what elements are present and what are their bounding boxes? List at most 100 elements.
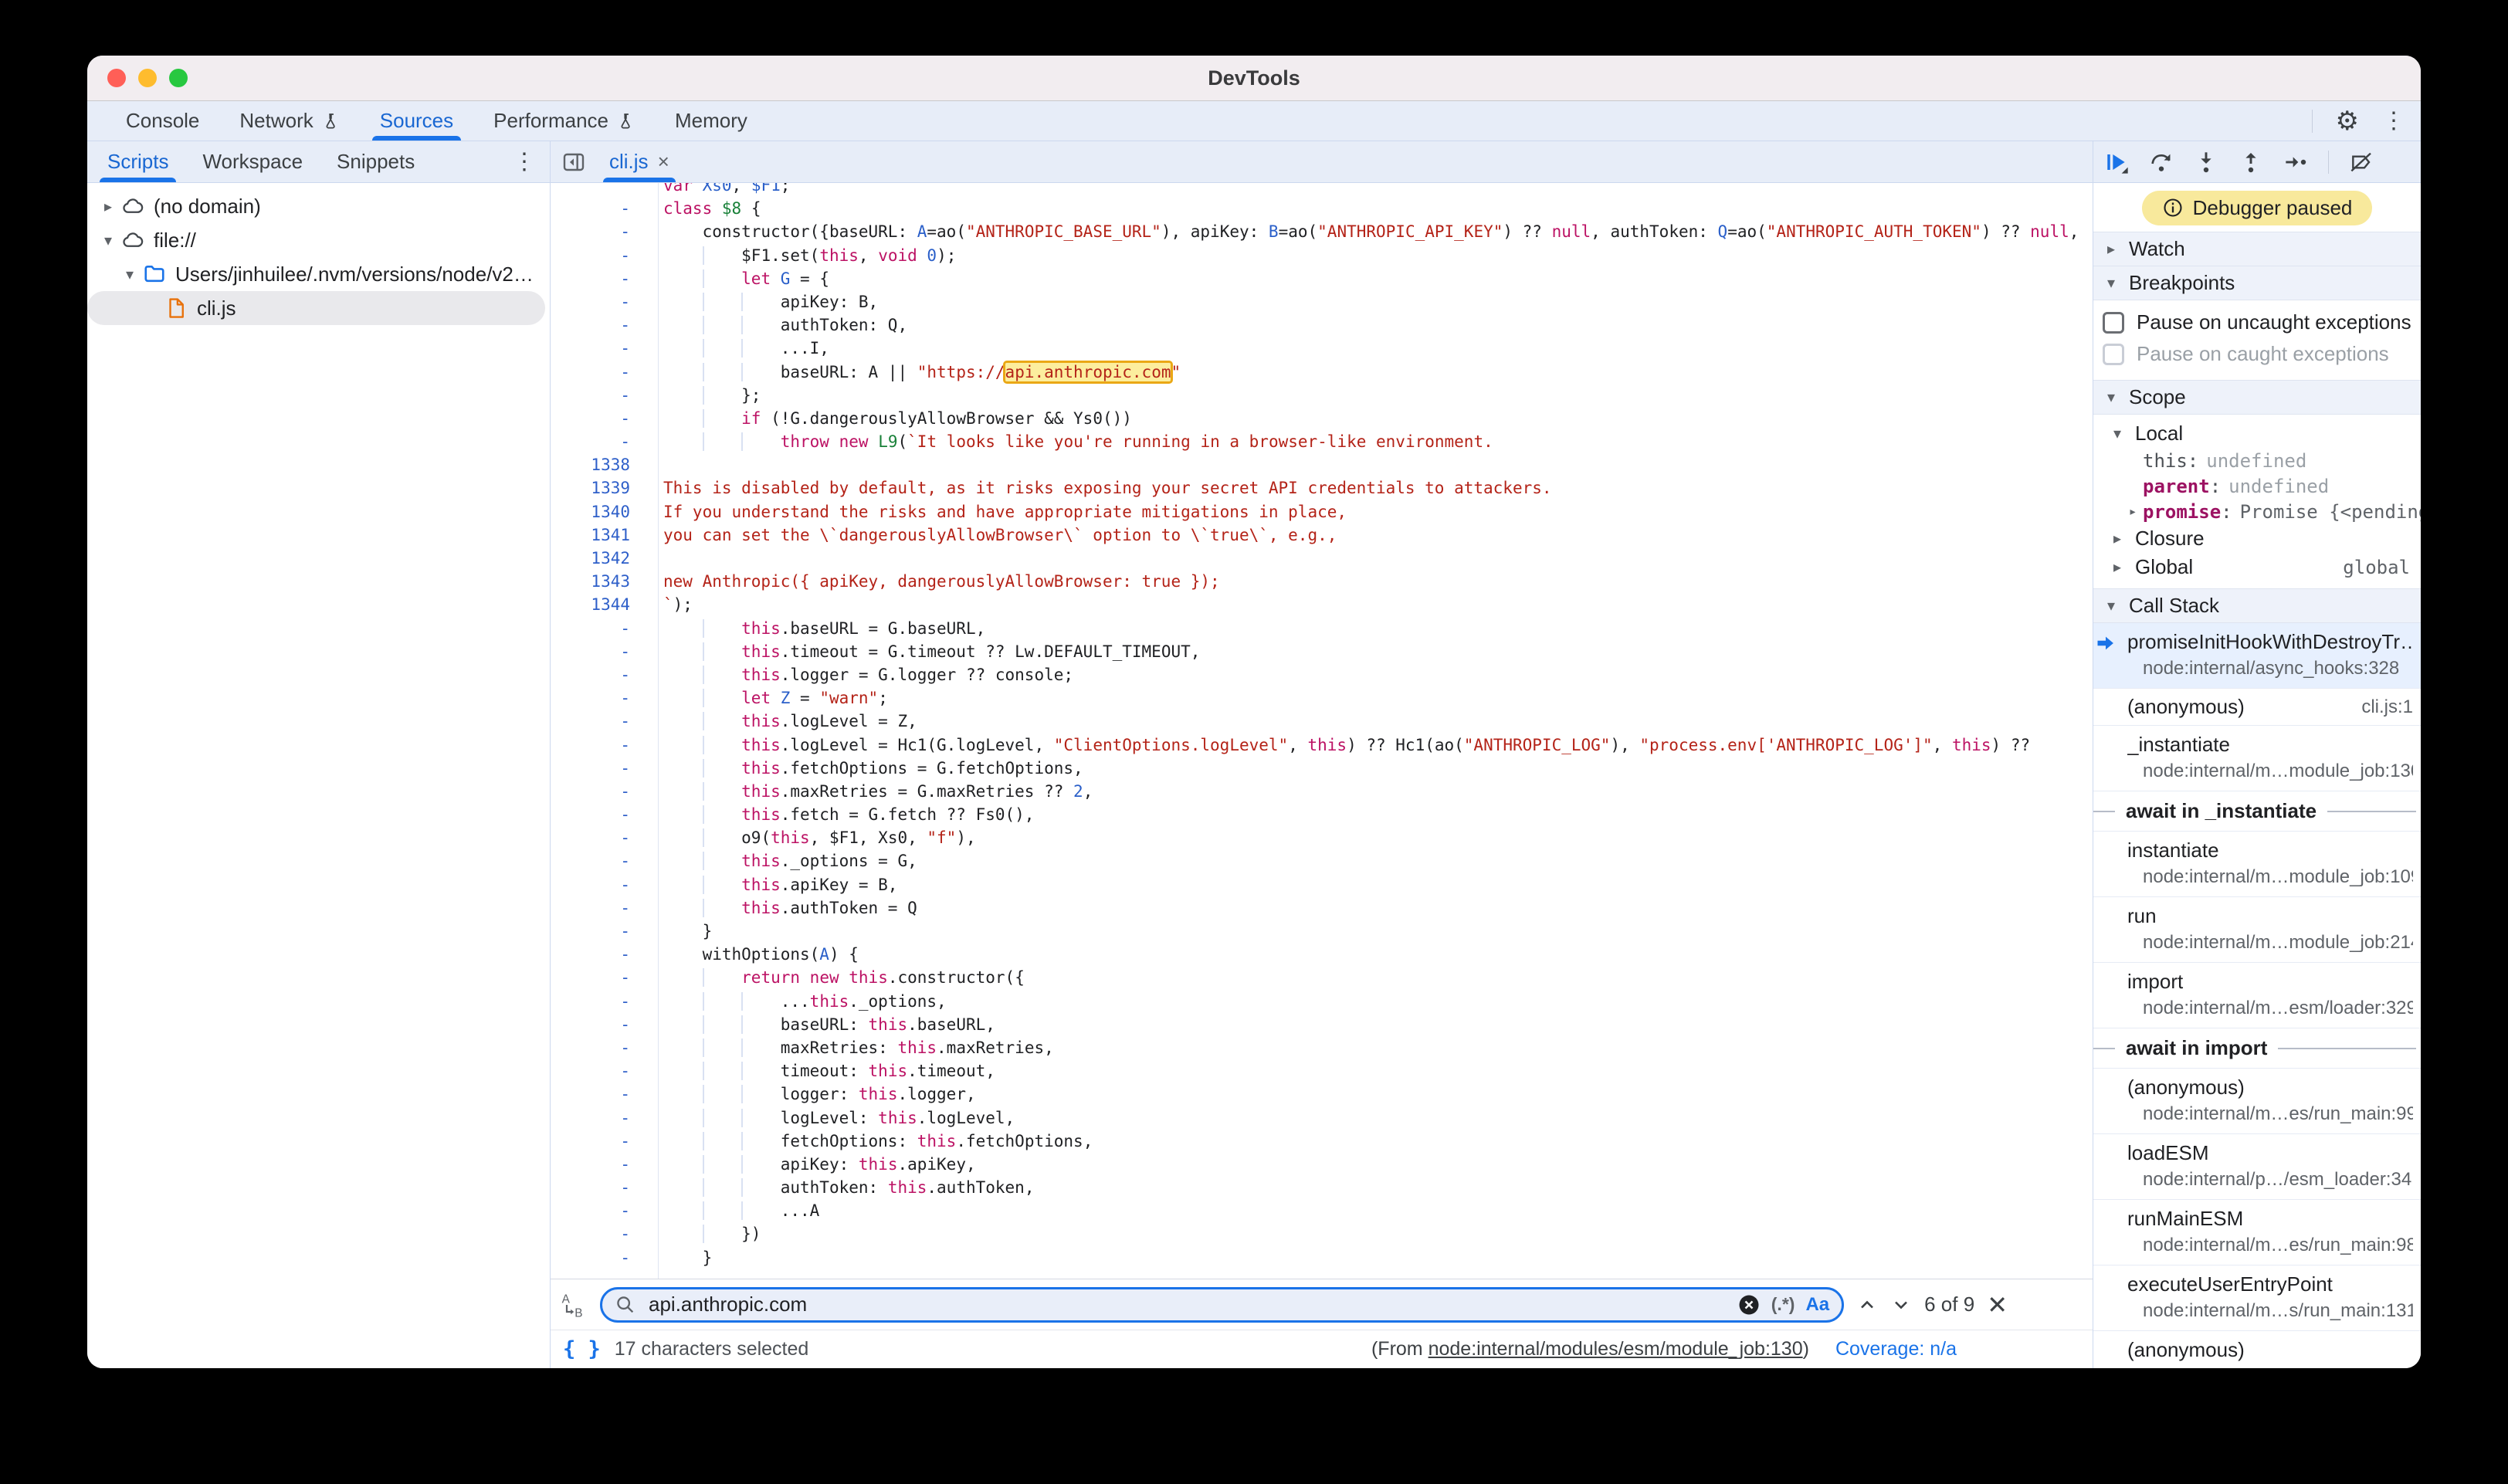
gutter-line[interactable]: - — [551, 803, 630, 826]
tree-item-cli-js[interactable]: cli.js — [87, 291, 545, 325]
source-map-link[interactable]: node:internal/modules/esm/module_job:130 — [1429, 1338, 1803, 1360]
gutter-line[interactable]: - — [551, 1013, 630, 1036]
call-stack-frame[interactable]: instantiatenode:internal/m…module_job:10… — [2093, 832, 2421, 897]
gutter-line[interactable]: - — [551, 1222, 630, 1245]
gutter-line[interactable]: - — [551, 1106, 630, 1130]
gutter-line[interactable]: - — [551, 337, 630, 360]
gutter-line[interactable]: - — [551, 990, 630, 1013]
match-case-toggle[interactable]: Aa — [1805, 1294, 1829, 1316]
step-into-icon[interactable] — [2194, 150, 2218, 174]
tab-memory[interactable]: Memory — [655, 101, 768, 141]
gutter-line[interactable]: 1344 — [551, 593, 630, 616]
hide-navigator-icon[interactable] — [551, 141, 594, 182]
settings-gear-icon[interactable]: ⚙ — [2336, 108, 2359, 134]
gutter-line[interactable]: - — [551, 1246, 630, 1269]
pretty-print-icon[interactable]: { } — [563, 1337, 601, 1361]
close-tab-icon[interactable]: × — [658, 150, 669, 174]
section-watch[interactable]: ▸ Watch — [2093, 232, 2421, 266]
frame-location[interactable]: node:internal/m…es/run_main:98 — [2127, 1235, 2413, 1256]
gutter-line[interactable] — [551, 183, 630, 197]
section-breakpoints[interactable]: ▾ Breakpoints — [2093, 266, 2421, 300]
frame-location[interactable]: node:internal/p…/esm_loader:34 — [2127, 1169, 2413, 1191]
replace-toggle-icon[interactable]: AB — [560, 1291, 588, 1319]
tab-console[interactable]: Console — [106, 101, 219, 141]
gutter-line[interactable]: 1339 — [551, 476, 630, 500]
gutter-line[interactable]: - — [551, 966, 630, 989]
scope-group-global[interactable]: ▸Globalglobal — [2093, 553, 2421, 581]
gutter-line[interactable]: - — [551, 873, 630, 896]
gutter-line[interactable]: - — [551, 361, 630, 384]
call-stack-frame[interactable]: runnode:internal/m…module_job:214 — [2093, 897, 2421, 963]
gutter-line[interactable]: - — [551, 849, 630, 872]
gutter-line[interactable]: 1343 — [551, 570, 630, 593]
navigator-tab-scripts[interactable]: Scripts — [90, 141, 185, 182]
gutter-line[interactable]: - — [551, 780, 630, 803]
gutter-line[interactable]: - — [551, 617, 630, 640]
call-stack-frame[interactable]: _instantiatenode:internal/m…module_job:1… — [2093, 726, 2421, 791]
call-stack-frame[interactable]: importnode:internal/m…esm/loader:329 — [2093, 963, 2421, 1028]
gutter-line[interactable]: - — [551, 1130, 630, 1153]
step-icon[interactable] — [2283, 150, 2308, 174]
scope-entry-parent[interactable]: parent:undefined — [2093, 473, 2421, 499]
regex-toggle[interactable]: (.*) — [1771, 1294, 1795, 1315]
navigator-tab-snippets[interactable]: Snippets — [320, 141, 432, 182]
gutter-line[interactable]: - — [551, 220, 630, 243]
gutter-line[interactable]: - — [551, 407, 630, 430]
gutter-line[interactable]: - — [551, 1059, 630, 1083]
call-stack-frame[interactable]: (anonymous)cli.js:1 — [2093, 689, 2421, 726]
gutter-line[interactable]: - — [551, 290, 630, 313]
gutter-line[interactable]: - — [551, 734, 630, 757]
scope-entry-this[interactable]: this:undefined — [2093, 448, 2421, 473]
frame-location[interactable]: node:internal/m…main_module:2 — [2127, 1366, 2413, 1368]
hide-debugger-icon[interactable] — [2082, 141, 2093, 182]
tab-sources[interactable]: Sources — [360, 101, 473, 141]
frame-location[interactable]: node:internal/async_hooks:328 — [2127, 658, 2413, 679]
gutter-line[interactable]: - — [551, 1036, 630, 1059]
minimize-window-icon[interactable] — [138, 69, 157, 87]
gutter-line[interactable]: - — [551, 244, 630, 267]
gutter-line[interactable]: - — [551, 1199, 630, 1222]
resume-script-icon[interactable] — [2104, 150, 2129, 174]
tree-item-file-[interactable]: ▾file:// — [87, 223, 550, 257]
gutter-line[interactable]: - — [551, 384, 630, 407]
frame-location[interactable]: node:internal/m…module_job:109 — [2127, 866, 2413, 888]
previous-match-icon[interactable] — [1856, 1294, 1878, 1316]
gutter-line[interactable]: - — [551, 826, 630, 849]
gutter-line[interactable]: 1340 — [551, 500, 630, 523]
coverage-link[interactable]: Coverage: n/a — [1835, 1338, 1957, 1360]
gutter-line[interactable]: - — [551, 1153, 630, 1176]
gutter-line[interactable]: - — [551, 686, 630, 710]
clear-search-icon[interactable] — [1737, 1293, 1761, 1316]
tab-network[interactable]: Network — [219, 101, 359, 141]
gutter-line[interactable]: - — [551, 896, 630, 920]
call-stack-frame[interactable]: (anonymous)node:internal/m…es/run_main:9… — [2093, 1069, 2421, 1134]
more-options-icon[interactable]: ⋮ — [2382, 110, 2405, 133]
gutter-line[interactable]: - — [551, 943, 630, 966]
checkbox[interactable] — [2103, 312, 2124, 334]
zoom-window-icon[interactable] — [169, 69, 188, 87]
code-editor[interactable]: -----------1338133913401341134213431344-… — [551, 183, 2093, 1279]
scope-group-local[interactable]: ▾Local — [2093, 419, 2421, 448]
frame-location[interactable]: node:internal/m…module_job:214 — [2127, 932, 2413, 954]
gutter-line[interactable]: - — [551, 197, 630, 220]
call-stack-frame[interactable]: executeUserEntryPointnode:internal/m…s/r… — [2093, 1265, 2421, 1331]
gutter-line[interactable]: - — [551, 1176, 630, 1199]
frame-location[interactable]: node:internal/m…esm/loader:329 — [2127, 998, 2413, 1019]
chevron-down-icon[interactable]: ▾ — [97, 231, 120, 250]
close-window-icon[interactable] — [107, 69, 126, 87]
gutter-line[interactable]: - — [551, 663, 630, 686]
gutter-line[interactable]: - — [551, 920, 630, 943]
gutter-line[interactable]: - — [551, 757, 630, 780]
call-stack-frame[interactable]: loadESMnode:internal/p…/esm_loader:34 — [2093, 1134, 2421, 1200]
call-stack-frame[interactable]: (anonymous)node:internal/m…main_module:2 — [2093, 1331, 2421, 1368]
gutter-line[interactable]: - — [551, 430, 630, 453]
navigator-more-icon[interactable]: ⋮ — [513, 141, 550, 182]
chevron-down-icon[interactable]: ▾ — [118, 265, 141, 284]
next-match-icon[interactable] — [1890, 1294, 1912, 1316]
chevron-right-icon[interactable]: ▸ — [97, 197, 120, 216]
call-stack-frame[interactable]: runMainESMnode:internal/m…es/run_main:98 — [2093, 1200, 2421, 1265]
close-find-bar-icon[interactable]: ✕ — [1987, 1293, 2008, 1317]
scope-entry-promise[interactable]: ▸promise:Promise {<pending>} — [2093, 499, 2421, 524]
frame-location[interactable]: node:internal/m…module_job:130 — [2127, 761, 2413, 782]
step-over-icon[interactable] — [2149, 150, 2174, 174]
